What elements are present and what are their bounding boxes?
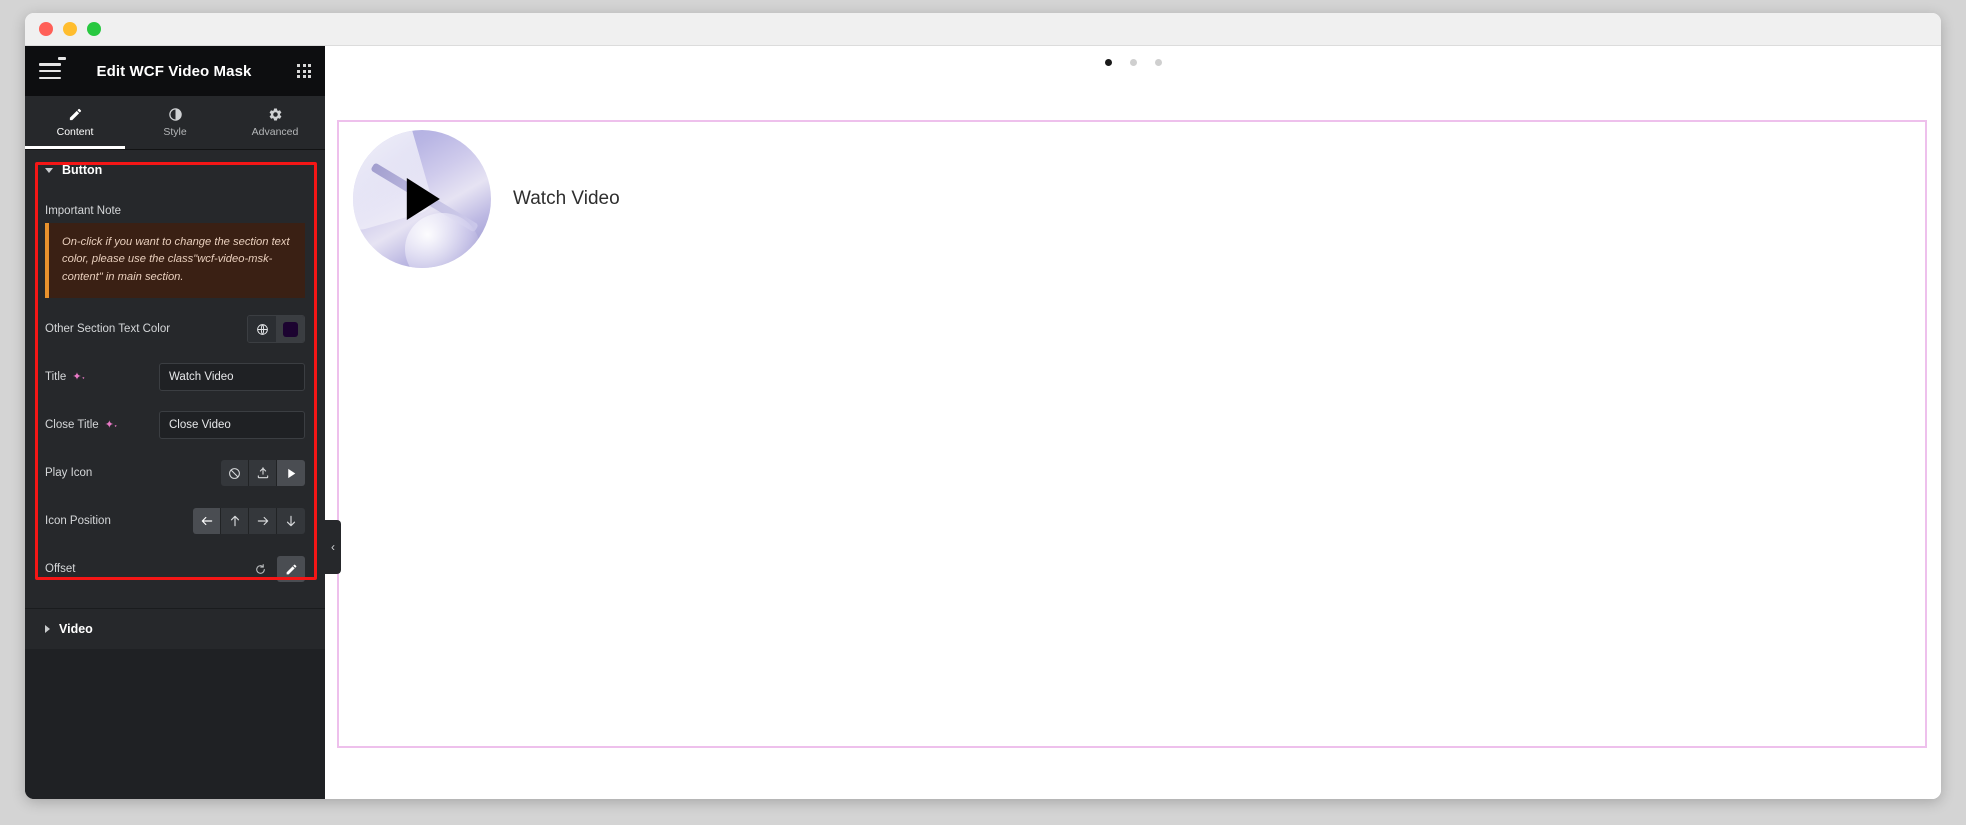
field-icon-position: Icon Position [45,504,305,538]
arrow-right-icon[interactable] [249,508,277,535]
close-title-label: Close Title ✦˖ [45,419,118,431]
panel-body: Button Important Note On-click if you wa… [25,150,325,799]
editor-workspace: Edit WCF Video Mask Content Style Advanc… [25,46,1941,799]
editor-canvas: Watch Video [325,46,1941,799]
section-button-content: Important Note On-click if you want to c… [25,190,325,609]
contrast-icon [168,107,183,122]
panel-title: Edit WCF Video Mask [96,62,252,80]
sparkle-ai-icon[interactable]: ✦˖ [72,371,85,383]
tab-style[interactable]: Style [125,96,225,149]
section-button-label: Button [62,163,103,177]
elementor-panel: Edit WCF Video Mask Content Style Advanc… [25,46,325,799]
notification-dot-icon [58,57,66,60]
upload-icon[interactable] [249,460,277,487]
field-play-icon: Play Icon [45,456,305,490]
video-thumbnail[interactable] [353,130,491,268]
section-video-label: Video [59,622,93,637]
color-control-group [247,315,305,344]
close-window-button[interactable] [39,22,53,36]
traffic-lights [39,22,101,36]
play-icon-label: Play Icon [45,467,93,480]
video-mask-widget[interactable]: Watch Video [353,130,620,268]
color-swatch [282,321,298,337]
panel-header: Edit WCF Video Mask [25,46,325,96]
globe-icon[interactable] [248,316,276,343]
pencil-icon [68,107,83,122]
title-label-text: Title [45,371,67,384]
hamburger-menu-icon[interactable] [39,57,66,79]
chevron-right-icon [45,625,50,634]
close-title-label-text: Close Title [45,419,99,432]
field-offset: Offset [45,552,305,586]
play-triangle-icon[interactable] [277,460,305,487]
offset-label: Offset [45,563,76,576]
tab-content-label: Content [56,126,94,138]
browser-window: Edit WCF Video Mask Content Style Advanc… [25,13,1941,799]
other-section-text-color-label: Other Section Text Color [45,323,171,336]
close-title-input[interactable] [159,411,305,440]
chevron-down-icon [45,167,53,173]
minimize-window-button[interactable] [63,22,77,36]
arrow-up-icon[interactable] [221,508,249,535]
desktop-background: Edit WCF Video Mask Content Style Advanc… [0,0,1966,825]
tab-advanced[interactable]: Advanced [225,96,325,149]
icon-position-option-group [193,508,305,535]
tab-content[interactable]: Content [25,96,125,149]
gear-icon [268,107,283,122]
field-title: Title ✦˖ [45,360,305,394]
field-other-section-text-color: Other Section Text Color [45,312,305,346]
pencil-edit-icon[interactable] [277,556,305,583]
pagination-dot-1[interactable] [1104,59,1112,66]
field-close-title: Close Title ✦˖ [45,408,305,442]
watch-video-label: Watch Video [513,188,620,209]
title-label: Title ✦˖ [45,371,85,383]
icon-position-label: Icon Position [45,515,111,528]
pagination-dots [325,46,1941,79]
canvas-section-frame[interactable]: Watch Video [337,120,1927,748]
color-swatch-button[interactable] [276,316,304,343]
offset-controls [250,556,305,583]
sparkle-ai-icon[interactable]: ✦˖ [105,419,118,431]
none-icon[interactable] [221,460,249,487]
panel-collapse-handle[interactable]: ‹ [325,520,341,574]
reset-icon[interactable] [250,559,270,579]
title-input[interactable] [159,363,305,392]
tab-advanced-label: Advanced [251,126,299,138]
grid-apps-icon[interactable] [297,64,311,78]
important-note-label: Important Note [45,205,122,217]
arrow-left-icon[interactable] [193,508,221,535]
maximize-window-button[interactable] [87,22,101,36]
section-button: Button Important Note On-click if you wa… [25,150,325,609]
play-triangle-icon[interactable] [406,178,440,220]
pagination-dot-3[interactable] [1154,59,1162,66]
panel-tabs: Content Style Advanced [25,96,325,150]
pagination-dot-2[interactable] [1129,59,1137,66]
window-titlebar [25,13,1941,46]
play-icon-option-group [221,460,305,487]
arrow-down-icon[interactable] [277,508,305,535]
important-note-text: On-click if you want to change the secti… [45,223,305,299]
tab-style-label: Style [163,126,187,138]
section-button-header[interactable]: Button [25,150,325,190]
section-video-header[interactable]: Video [25,609,325,650]
